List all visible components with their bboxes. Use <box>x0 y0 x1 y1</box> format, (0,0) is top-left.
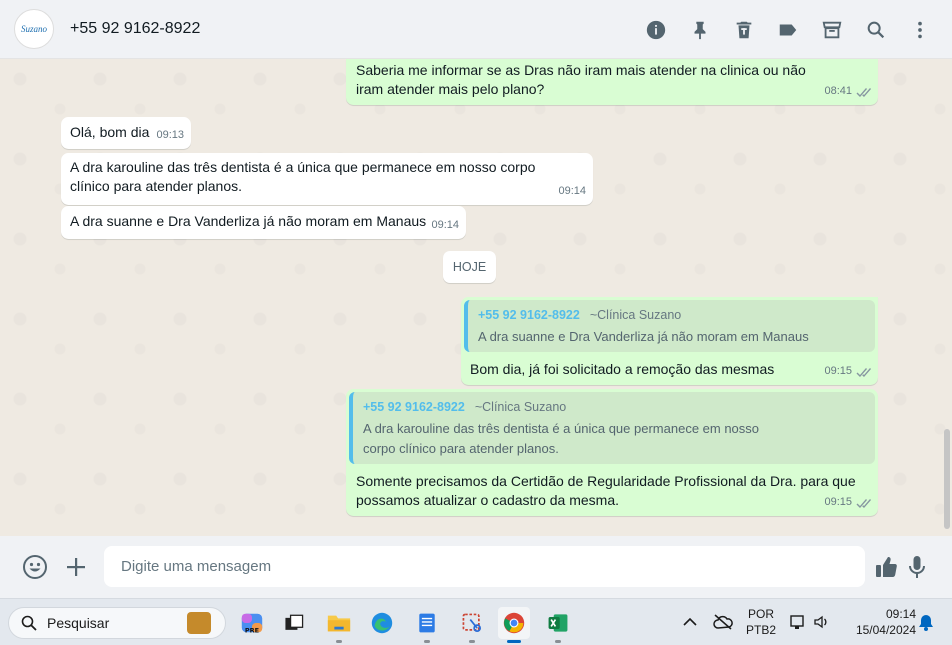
message-composer <box>0 536 952 598</box>
clock-time: 09:14 <box>885 607 916 621</box>
message-out-reply[interactable]: +55 92 9162-8922 ~Clínica Suzano A dra su… <box>461 297 878 385</box>
input-language[interactable]: POR PTB2 <box>744 606 778 638</box>
attach-plus-icon[interactable] <box>62 553 90 581</box>
read-ticks-icon <box>855 86 871 97</box>
quote-author: +55 92 9162-8922 <box>363 400 465 414</box>
message-time: 08:41 <box>824 85 852 97</box>
quoted-message[interactable]: +55 92 9162-8922 ~Clínica Suzano A dra ka… <box>349 392 875 464</box>
message-text: Somente precisamos da Certidão de Regula… <box>356 473 856 508</box>
read-ticks-icon <box>855 366 871 377</box>
emoji-icon[interactable] <box>21 553 49 581</box>
volume-icon[interactable] <box>813 613 831 631</box>
search-icon <box>21 615 37 631</box>
quote-author: +55 92 9162-8922 <box>478 308 580 322</box>
message-time: 09:15 <box>824 365 852 377</box>
chat-scrollbar[interactable] <box>944 429 950 529</box>
taskbar-search[interactable]: Pesquisar <box>8 607 226 639</box>
message-meta: 09:14 <box>558 182 586 201</box>
message-out-reply[interactable]: +55 92 9162-8922 ~Clínica Suzano A dra ka… <box>346 389 878 516</box>
copilot-icon[interactable]: PRE <box>236 607 268 639</box>
message-text: A dra suanne e Dra Vanderliza já não mor… <box>70 213 427 229</box>
message-meta: 08:41 <box>824 82 871 101</box>
chrome-icon[interactable] <box>498 607 530 643</box>
message-time: 09:14 <box>558 185 586 197</box>
notepad-icon[interactable] <box>411 607 443 643</box>
avatar[interactable]: Suzano <box>14 9 54 49</box>
taskbar-search-label: Pesquisar <box>47 615 110 631</box>
quote-text: A dra suanne e Dra Vanderliza já não mor… <box>478 329 809 344</box>
message-in[interactable]: Olá, bom dia 09:13 <box>61 117 191 149</box>
day-divider: HOJE <box>443 251 496 283</box>
cloud-offline-icon[interactable] <box>712 613 734 631</box>
language-code: POR <box>747 607 774 621</box>
clock-date: 15/04/2024 <box>855 623 916 637</box>
message-in[interactable]: A dra karouline das três dentista é a ún… <box>61 153 593 205</box>
quote-text: A dra karouline das três dentista é a ún… <box>363 421 760 456</box>
chat-header: Suzano +55 92 9162-8922 <box>0 0 952 59</box>
briefcase-icon <box>187 612 211 634</box>
message-text: Saberia me informar se as Dras não iram … <box>356 62 806 97</box>
info-icon[interactable] <box>644 18 668 42</box>
snipping-tool-icon[interactable] <box>456 607 488 643</box>
message-in[interactable]: A dra suanne e Dra Vanderliza já não mor… <box>61 206 466 239</box>
label-icon[interactable] <box>776 18 800 42</box>
read-ticks-icon <box>855 497 871 508</box>
message-meta: 09:13 <box>156 126 184 145</box>
message-text: A dra karouline das três dentista é a ún… <box>70 159 536 194</box>
svg-text:PRE: PRE <box>245 626 259 634</box>
chevron-up-icon[interactable] <box>682 615 698 629</box>
delete-icon[interactable] <box>732 18 756 42</box>
archive-icon[interactable] <box>820 18 844 42</box>
message-meta: 09:14 <box>431 216 459 235</box>
message-time: 09:14 <box>431 219 459 231</box>
message-meta: 09:15 <box>824 493 871 512</box>
microphone-icon[interactable] <box>903 553 931 581</box>
file-explorer-icon[interactable] <box>323 607 355 643</box>
excel-icon[interactable] <box>542 607 574 643</box>
menu-icon[interactable] <box>908 18 932 42</box>
keyboard-layout: PTB2 <box>745 623 776 637</box>
quote-alias: ~Clínica Suzano <box>589 308 682 322</box>
message-time: 09:13 <box>156 129 184 141</box>
contact-name[interactable]: +55 92 9162-8922 <box>70 20 200 38</box>
avatar-logo-text: Suzano <box>20 24 47 34</box>
pin-icon[interactable] <box>688 18 712 42</box>
edge-icon[interactable] <box>366 607 398 639</box>
quoted-message[interactable]: +55 92 9162-8922 ~Clínica Suzano A dra su… <box>464 300 875 352</box>
search-icon[interactable] <box>864 18 888 42</box>
quote-alias: ~Clínica Suzano <box>474 400 567 414</box>
message-text: Bom dia, já foi solicitado a remoção das… <box>470 361 775 377</box>
task-view-icon[interactable] <box>278 607 310 639</box>
notification-bell-icon[interactable] <box>918 614 934 631</box>
message-out[interactable]: Saberia me informar se as Dras não iram … <box>346 59 878 105</box>
clock[interactable]: 09:14 15/04/2024 <box>842 606 916 638</box>
message-time: 09:15 <box>824 496 852 508</box>
message-meta: 09:15 <box>824 362 871 381</box>
windows-taskbar: Pesquisar PRE POR PTB2 09:14 15/04/2024 <box>0 598 952 645</box>
network-icon[interactable] <box>789 613 807 631</box>
header-actions <box>624 0 932 59</box>
thumbs-up-icon[interactable] <box>872 553 900 581</box>
chat-area[interactable]: Saberia me informar se as Dras não iram … <box>0 59 952 536</box>
message-input[interactable] <box>104 546 865 587</box>
